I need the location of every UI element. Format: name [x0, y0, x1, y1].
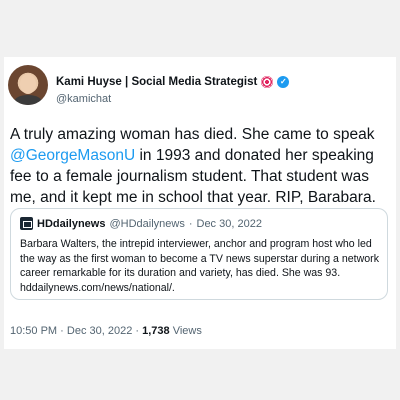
verified-icon: ✓ [277, 76, 290, 88]
quoted-separator: · [188, 217, 193, 230]
quoted-date: Dec 30, 2022 [196, 217, 262, 230]
tweet-text: A truly amazing woman has died. She came… [10, 124, 394, 208]
target-icon [261, 76, 274, 88]
tweet-time[interactable]: 10:50 PM [10, 325, 57, 337]
avatar-shirt [14, 95, 42, 105]
avatar-face [20, 74, 36, 94]
views-label: Views [172, 325, 202, 337]
quoted-tweet[interactable]: HDdailynews @HDdailynews · Dec 30, 2022 … [10, 208, 388, 300]
avatar[interactable] [8, 65, 48, 105]
tweet-date[interactable]: Dec 30, 2022 [67, 325, 132, 337]
author-name-row[interactable]: Kami Huyse | Social Media Strategist ✓ [56, 73, 290, 91]
quoted-author-handle: @HDdailynews [109, 217, 185, 230]
quoted-tweet-text: Barbara Walters, the intrepid interviewe… [20, 238, 379, 294]
footer-separator: · [60, 325, 64, 337]
tweet-footer: 10:50 PM · Dec 30, 2022 · 1,738 Views [10, 325, 202, 337]
quoted-tweet-header: HDdailynews @HDdailynews · Dec 30, 2022 [20, 217, 262, 230]
footer-separator-2: · [135, 325, 140, 337]
tweet-card: Kami Huyse | Social Media Strategist ✓ @… [4, 57, 396, 349]
views-count: 1,738 [142, 325, 170, 337]
quoted-author-name: HDdailynews [37, 217, 106, 230]
author-handle[interactable]: @kamichat [56, 93, 111, 105]
mention-link[interactable]: @GeorgeMasonU [10, 147, 135, 164]
author-name[interactable]: Kami Huyse | Social Media Strategist [56, 76, 257, 88]
quoted-avatar [20, 217, 33, 230]
tweet-text-before: A truly amazing woman has died. She came… [10, 126, 375, 143]
